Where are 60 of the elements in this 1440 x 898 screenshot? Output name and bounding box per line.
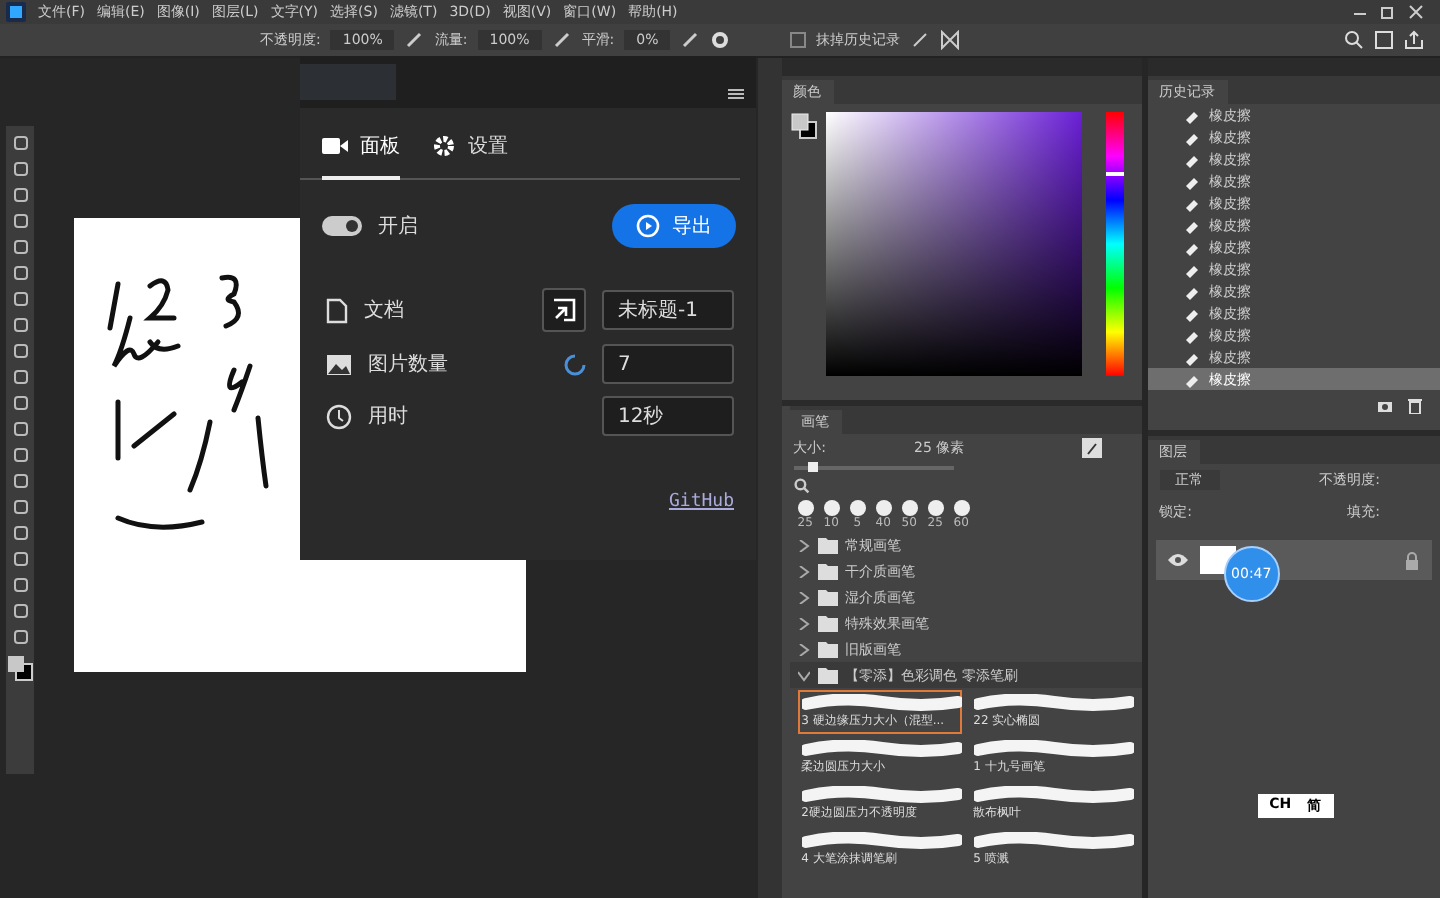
value-field[interactable]: 未标题-1 bbox=[602, 290, 734, 330]
brush-stroke-icon bbox=[973, 786, 1134, 804]
brush-stroke-icon bbox=[801, 786, 962, 804]
external-link-icon bbox=[552, 298, 576, 322]
chevron-icon bbox=[797, 669, 810, 681]
color-swatch-icon[interactable] bbox=[6, 654, 34, 682]
lock-icon bbox=[1403, 551, 1420, 569]
value-field[interactable]: 12秒 bbox=[602, 396, 734, 436]
eye-icon[interactable] bbox=[1167, 552, 1188, 568]
toggle-switch[interactable] bbox=[322, 216, 362, 236]
workspace-icon[interactable] bbox=[1374, 30, 1394, 50]
github-link[interactable]: GitHub bbox=[668, 492, 734, 512]
field-label: 文档 bbox=[364, 297, 404, 324]
folder-icon bbox=[817, 537, 838, 553]
brush-stroke-icon bbox=[973, 832, 1134, 850]
hue-slider[interactable] bbox=[1105, 112, 1124, 376]
folder-icon bbox=[817, 589, 838, 605]
video-camera-icon bbox=[322, 136, 348, 156]
share-icon[interactable] bbox=[1404, 30, 1424, 50]
checkbox[interactable] bbox=[790, 32, 807, 48]
close-icon[interactable] bbox=[1408, 4, 1424, 20]
play-icon bbox=[636, 214, 660, 238]
menu-icon[interactable] bbox=[728, 88, 744, 100]
butterfly-icon[interactable] bbox=[940, 30, 961, 50]
app-logo-icon bbox=[6, 2, 26, 22]
brush-stroke-icon bbox=[801, 694, 962, 712]
folder-icon bbox=[817, 615, 838, 631]
field-label: 用时 bbox=[368, 403, 408, 430]
folder-icon bbox=[817, 641, 838, 657]
color-picker-field[interactable] bbox=[825, 112, 1082, 376]
folder-icon bbox=[817, 667, 838, 683]
search-icon[interactable] bbox=[793, 478, 810, 494]
snapshot-icon[interactable] bbox=[1375, 396, 1394, 414]
toggle-label: 开启 bbox=[378, 213, 418, 240]
image-icon bbox=[326, 353, 352, 375]
chevron-icon bbox=[797, 591, 810, 603]
panel-tab[interactable]: 设置 bbox=[432, 132, 508, 180]
value-field[interactable]: 7 bbox=[602, 344, 734, 384]
folder-icon bbox=[817, 563, 838, 579]
loading-spinner-icon bbox=[564, 353, 586, 375]
document-icon bbox=[326, 297, 348, 323]
chevron-icon bbox=[797, 617, 810, 629]
trash-icon[interactable] bbox=[1405, 396, 1424, 414]
brush-edit-icon[interactable] bbox=[1081, 438, 1102, 458]
clock-icon bbox=[326, 403, 352, 429]
brush-stroke-icon bbox=[973, 740, 1134, 758]
export-button[interactable]: 导出 bbox=[612, 204, 736, 248]
search-icon[interactable] bbox=[1344, 30, 1364, 50]
field-label: 图片数量 bbox=[368, 351, 448, 378]
brush-stroke-icon bbox=[801, 740, 962, 758]
color-swatch-icon[interactable] bbox=[789, 112, 818, 140]
chevron-icon bbox=[797, 539, 810, 551]
restore-icon[interactable] bbox=[1380, 4, 1396, 20]
gear-icon bbox=[432, 134, 456, 158]
panel-tab[interactable]: 面板 bbox=[322, 132, 400, 180]
brush-stroke-icon bbox=[973, 694, 1134, 712]
chevron-icon bbox=[797, 643, 810, 655]
open-document-button[interactable] bbox=[542, 288, 586, 332]
chevron-icon bbox=[797, 565, 810, 577]
brush-stroke-icon bbox=[801, 832, 962, 850]
